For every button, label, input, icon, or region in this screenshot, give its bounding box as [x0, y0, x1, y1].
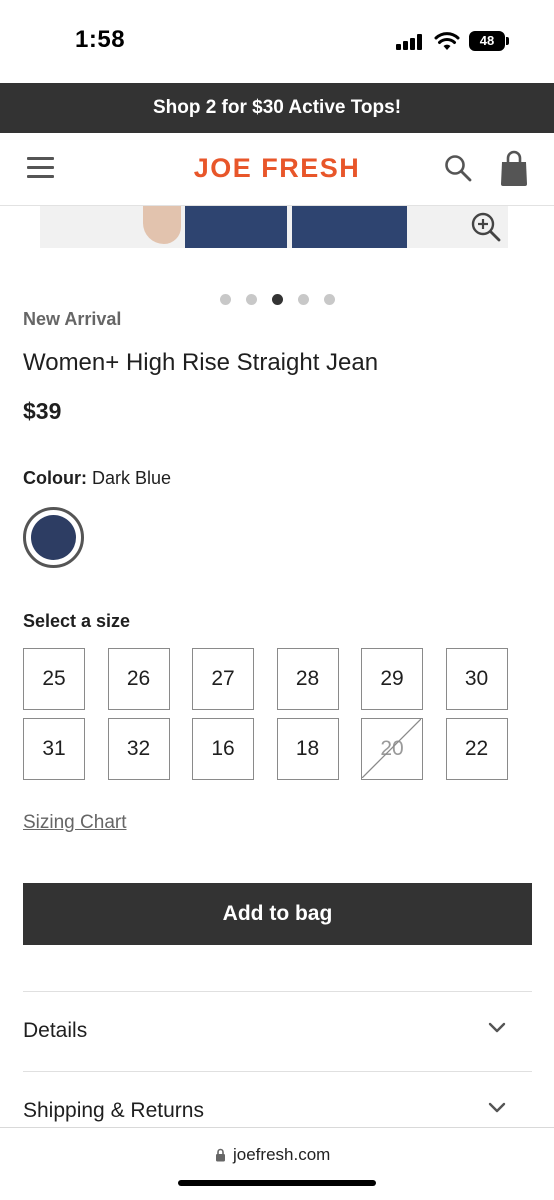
size-option-label: 28: [295, 667, 320, 690]
battery-tip: [506, 37, 509, 45]
size-option-label: 25: [42, 667, 66, 690]
accordion-label: Details: [23, 1019, 88, 1042]
status-bar: 1:58 48: [0, 0, 554, 83]
sizing-chart-link[interactable]: Sizing Chart: [23, 812, 127, 834]
signal-icon: [396, 34, 424, 50]
size-option[interactable]: 16: [192, 718, 254, 780]
model-hand: [143, 206, 181, 244]
promo-banner[interactable]: Shop 2 for $30 Active Tops!: [0, 83, 554, 133]
battery-level: 48: [479, 33, 495, 48]
size-option-label: 26: [126, 667, 151, 690]
add-to-bag-button[interactable]: Add to bag: [23, 883, 532, 945]
carousel-dots: [220, 294, 340, 306]
url-text: joefresh.com: [233, 1145, 331, 1164]
colour-swatch-dark-blue[interactable]: [23, 507, 84, 568]
jeans-leg-gap: [287, 206, 292, 248]
search-icon[interactable]: [443, 153, 473, 183]
size-option[interactable]: 29: [361, 648, 423, 710]
colour-label: Colour: Dark Blue: [23, 468, 171, 489]
home-indicator[interactable]: [178, 1180, 376, 1186]
chevron-down-icon: [488, 1102, 506, 1113]
size-option-label: 31: [42, 737, 66, 760]
size-option-label: 32: [126, 737, 151, 760]
size-option[interactable]: 18: [276, 718, 339, 780]
product-title: Women+ High Rise Straight Jean: [23, 349, 379, 376]
size-option-label: 16: [211, 737, 235, 760]
browser-url-bar[interactable]: joefresh.com: [0, 1127, 554, 1200]
carousel-dot[interactable]: [246, 294, 257, 305]
wifi-icon: [434, 32, 460, 50]
size-option[interactable]: 25: [23, 648, 85, 710]
size-option[interactable]: 27: [192, 648, 254, 710]
new-arrival-badge: New Arrival: [23, 309, 122, 329]
size-option-label: 22: [464, 737, 489, 760]
carousel-dot[interactable]: [324, 294, 335, 305]
colour-label-key: Colour:: [23, 468, 87, 488]
size-option[interactable]: 26: [107, 648, 170, 710]
accordion-label: Shipping & Returns: [23, 1099, 204, 1122]
size-option[interactable]: 32: [107, 718, 170, 780]
product-price: $39: [23, 398, 62, 424]
jeans-image: [185, 206, 407, 248]
size-option-unavailable[interactable]: 20: [361, 718, 423, 780]
bag-icon[interactable]: [498, 149, 530, 187]
size-option[interactable]: 30: [445, 648, 508, 710]
accordion-details[interactable]: Details: [23, 991, 532, 1071]
carousel-dot[interactable]: [298, 294, 309, 305]
zoom-in-icon[interactable]: [470, 211, 502, 243]
size-label: Select a size: [23, 611, 131, 631]
size-option-label: 29: [380, 667, 404, 690]
colour-value: Dark Blue: [92, 468, 172, 488]
carousel-dot-active[interactable]: [272, 294, 283, 305]
size-option-label: 18: [295, 737, 320, 760]
chevron-down-icon: [488, 1022, 506, 1033]
swatch-fill: [31, 515, 76, 560]
carousel-dot[interactable]: [220, 294, 231, 305]
size-grid: 25 26 27 28 29 30 31 32 16 18 20 22: [23, 648, 509, 782]
size-option[interactable]: 22: [445, 718, 508, 780]
site-header: JOE FRESH: [0, 133, 554, 206]
size-option[interactable]: 28: [276, 648, 339, 710]
battery-icon: 48: [469, 31, 505, 51]
size-option[interactable]: 31: [23, 718, 85, 780]
size-option-label: 27: [211, 667, 235, 690]
image-edge: [508, 206, 514, 248]
product-image[interactable]: [40, 206, 514, 248]
size-option-label: 30: [464, 667, 489, 690]
status-time: 1:58: [75, 26, 126, 53]
lock-icon: [216, 1148, 225, 1162]
strikethrough-icon: [362, 719, 421, 778]
